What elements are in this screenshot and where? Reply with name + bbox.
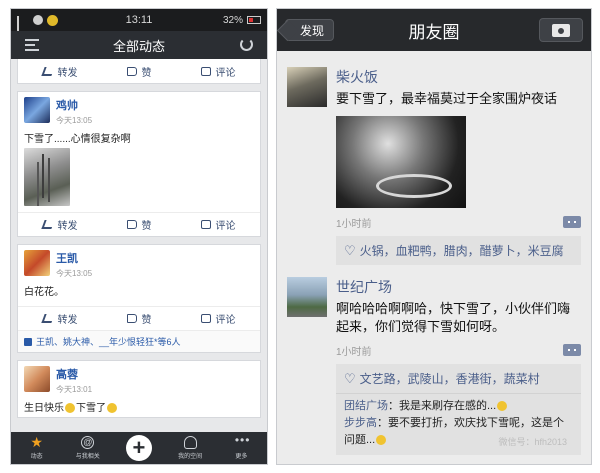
post-card: 王凯 今天13:05 白花花。 转发 赞 评论 王凯、姚大神、__年少恨轻狂*等… [17,244,261,353]
thumb-up-icon [126,314,137,323]
post-text: 下雪了......心情很复杂啊 [24,134,131,145]
post-actions: 转发 赞 评论 [18,212,260,236]
post-card: 鸡帅 今天13:05 下雪了......心情很复杂啊 转发 赞 评论 [17,91,261,237]
smile-emoji-icon [65,403,75,414]
comment-author[interactable]: 步步高 [344,417,377,429]
emoji-icon [376,435,387,446]
avatar[interactable] [24,366,50,392]
share-button[interactable]: 转发 [40,311,78,326]
post-actions: 转发 赞 评论 [18,59,260,83]
post-actions: 转发 赞 评论 [18,306,260,330]
post-author[interactable]: 王凯 [56,250,92,266]
moment-time: 1小时前 [336,218,372,230]
page-title: 全部动态 [112,38,165,54]
star-icon: ★ [30,434,43,450]
tab-more[interactable]: ••• 更多 [219,433,263,460]
comment-menu-icon[interactable] [563,344,581,356]
back-button[interactable]: 发现 [285,19,335,41]
comment-menu-icon[interactable] [563,216,581,228]
heart-icon: ♡ [344,242,356,258]
share-icon [40,66,55,76]
qzone-screen: 13:11 32% 全部动态 转发 赞 评论 鸡帅 今天13:05 下雪了...… [10,8,268,465]
comment-icon [200,314,211,323]
tab-feed[interactable]: ★ 动态 [15,434,59,460]
like-button[interactable]: 赞 [126,217,152,232]
comment-button[interactable]: 评论 [200,311,236,326]
post-photo[interactable] [24,148,70,206]
thumb-up-icon [24,337,32,346]
post-time: 今天13:01 [56,385,93,394]
moment-text: 啊哈哈哈啊啊哈，快下雪了，小伙伴们嗨起来，你们觉得下雪如何呀。 [336,301,571,334]
bottom-tab-bar: ★ 动态 @ 与我相关 + 我的空间 ••• 更多 [11,432,267,464]
like-button[interactable]: 赞 [126,311,152,326]
app-header: 全部动态 [11,31,267,59]
tab-profile[interactable]: 我的空间 [168,436,212,460]
screenshot-pair: 13:11 32% 全部动态 转发 赞 评论 鸡帅 今天13:05 下雪了...… [0,0,600,473]
refresh-icon[interactable] [240,38,253,51]
comment-icon [200,66,211,76]
post-text: 白花花。 [24,287,64,298]
camera-icon [552,23,570,37]
comment-item[interactable]: 团结广场：我是来刷存在感的... [344,398,573,415]
post-author[interactable]: 鸡帅 [56,97,92,113]
battery-icon [247,16,261,24]
person-icon [183,436,197,449]
feed-list: 转发 赞 评论 鸡帅 今天13:05 下雪了......心情很复杂啊 转发 赞 … [11,59,267,418]
avatar[interactable] [24,250,50,276]
comment-text: 我是来刷存在感的... [399,400,497,412]
post-card: 高蓉 今天13:01 生日快乐 下雪了 [17,360,261,418]
at-icon: @ [81,436,95,449]
thumb-up-icon [126,66,137,76]
moment-time: 1小时前 [336,346,372,358]
menu-icon[interactable] [25,39,39,51]
moment-author[interactable]: 世纪广场 [336,277,581,297]
likes-summary[interactable]: 王凯、姚大神、__年少恨轻狂*等6人 [18,330,260,352]
comment-button[interactable]: 评论 [200,217,236,232]
moment-author[interactable]: 柴火饭 [336,67,581,87]
status-bar: 13:11 32% [11,9,267,40]
thumb-up-icon [126,220,137,229]
moment-text: 要下雪了，最幸福莫过于全家围炉夜话 [336,91,558,106]
post-author[interactable]: 高蓉 [56,366,92,382]
avatar[interactable] [287,277,327,317]
comment-icon [200,220,211,229]
moment-photo[interactable] [336,116,466,208]
emoji-icon [497,401,508,412]
tab-mentions[interactable]: @ 与我相关 [66,436,110,460]
moment-item: 柴火饭 要下雪了，最幸福莫过于全家围炉夜话 1小时前 ♡ 火锅，血粑鸭，腊肉，醋… [277,51,591,265]
likes-list: ♡ 火锅，血粑鸭，腊肉，醋萝卜，米豆腐 [336,236,581,265]
tab-post[interactable]: + [117,435,161,461]
post-time: 今天13:05 [56,116,93,125]
likes-list: ♡ 文艺路，武陵山，香港街，蔬菜村 [336,364,581,393]
app-header: 发现 朋友圈 [277,9,591,51]
camera-button[interactable] [539,18,583,42]
avatar[interactable] [24,97,50,123]
plus-icon[interactable]: + [125,435,152,461]
post-text: 生日快乐 下雪了 [18,395,260,417]
like-button[interactable]: 赞 [126,64,152,79]
comment-author[interactable]: 团结广场 [344,400,388,412]
share-button[interactable]: 转发 [40,217,78,232]
heart-icon: ♡ [344,370,356,386]
watermark: 微信号：hfh2013 [498,437,567,447]
status-time: 13:11 [125,14,153,26]
moment-item: 世纪广场 啊哈哈哈啊啊哈，快下雪了，小伙伴们嗨起来，你们觉得下雪如何呀。 1小时… [277,265,591,455]
more-dots-icon: ••• [234,433,251,447]
comment-button[interactable]: 评论 [200,64,236,79]
share-icon [40,314,55,323]
share-button[interactable]: 转发 [40,64,78,79]
wechat-moments-screen: 发现 朋友圈 柴火饭 要下雪了，最幸福莫过于全家围炉夜话 1小时前 ♡ 火锅，血… [276,8,592,465]
avatar[interactable] [287,67,327,107]
share-icon [40,220,55,229]
smile-emoji-icon [107,403,117,414]
post-card-partial: 转发 赞 评论 [17,59,261,84]
page-title: 朋友圈 [408,22,460,42]
post-time: 今天13:05 [56,269,93,278]
